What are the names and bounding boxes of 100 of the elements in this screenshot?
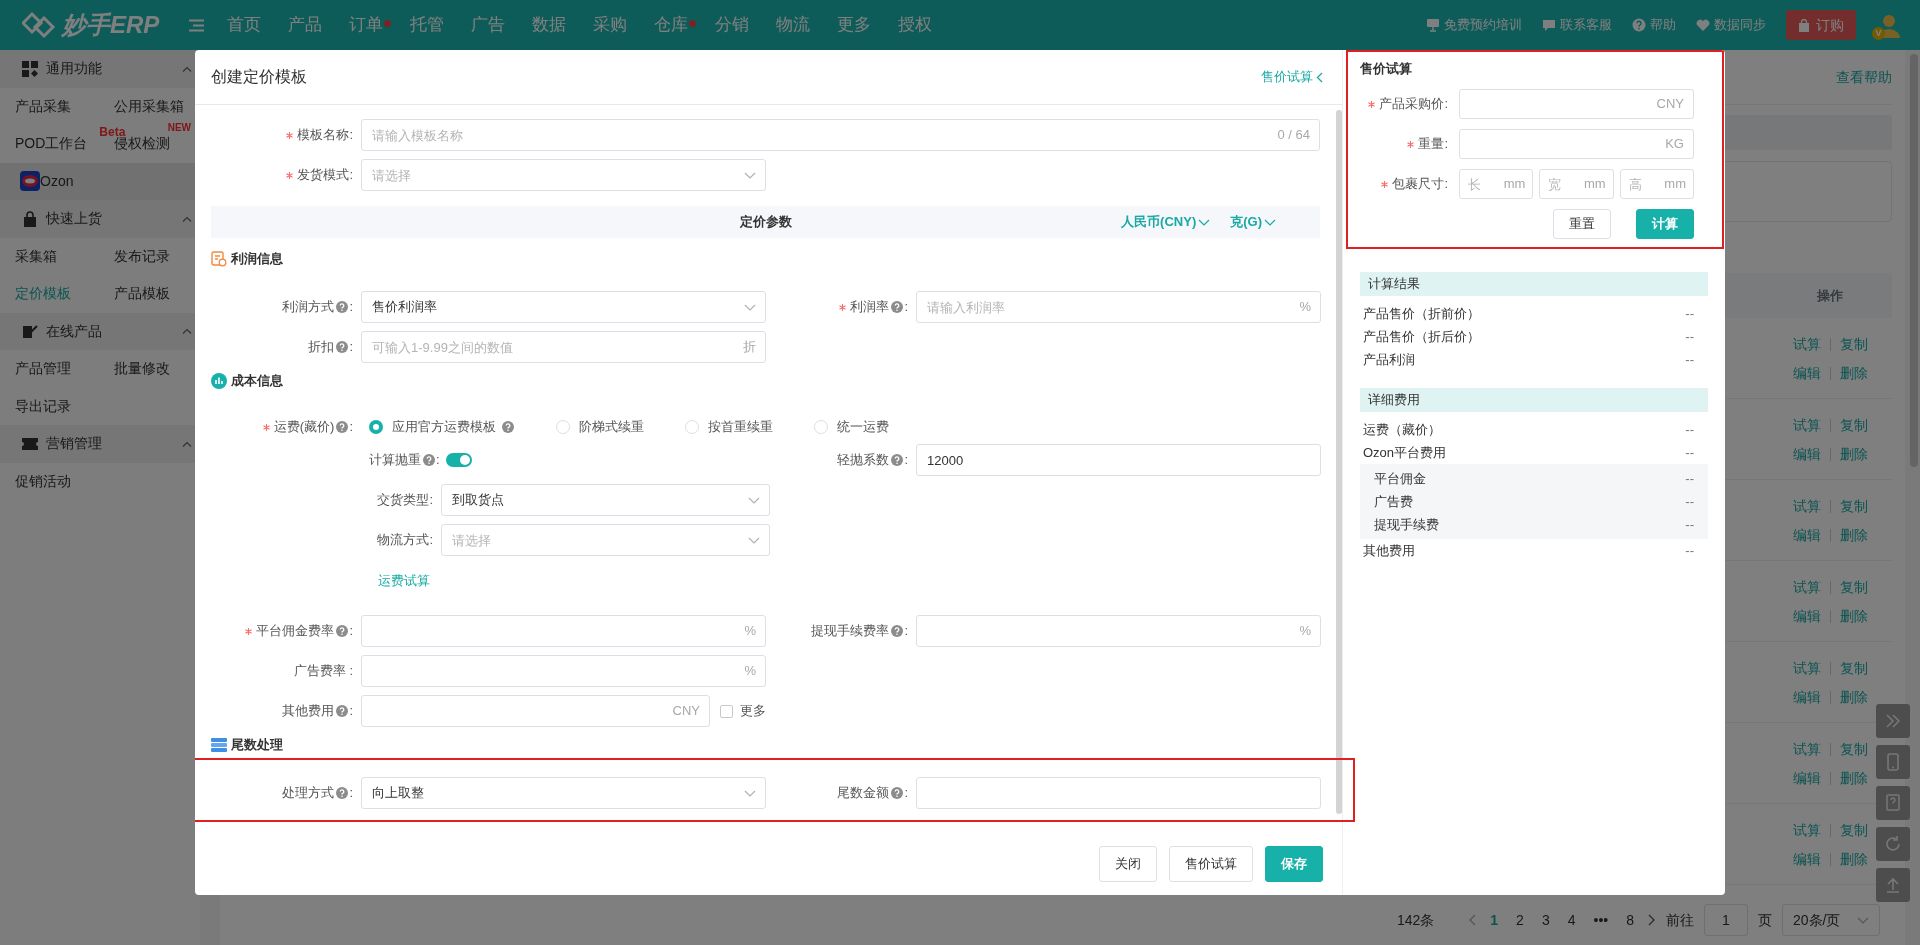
panel-button[interactable]: 计算 xyxy=(1636,209,1694,239)
sidebar-item[interactable]: 定价模板 xyxy=(15,283,71,305)
action-link[interactable]: 编辑 xyxy=(1792,606,1821,626)
help-link[interactable]: 查看帮助 xyxy=(1836,66,1892,88)
logo-text[interactable]: 妙手ERP xyxy=(62,7,160,43)
input-field[interactable] xyxy=(361,655,766,687)
checkbox[interactable]: 更多 xyxy=(720,701,766,721)
nav-item[interactable]: 仓库 xyxy=(654,12,689,38)
input-field[interactable] xyxy=(361,615,766,647)
action-link[interactable]: 编辑 xyxy=(1792,525,1821,545)
sidebar-item[interactable]: 促销活动 xyxy=(15,470,71,492)
action-link[interactable]: 试算 xyxy=(1792,415,1821,435)
action-link[interactable]: 编辑 xyxy=(1792,363,1821,383)
chevron-down-icon[interactable] xyxy=(748,496,760,504)
calculator-toggle-link[interactable]: 售价试算 xyxy=(1261,67,1323,87)
action-link[interactable]: 试算 xyxy=(1792,739,1821,759)
action-link[interactable]: 删除 xyxy=(1839,525,1868,545)
action-link[interactable]: 删除 xyxy=(1839,687,1868,707)
shipping-calc-link[interactable]: 运费试算 xyxy=(378,571,430,591)
action-link[interactable]: 编辑 xyxy=(1792,768,1821,788)
platform-name[interactable]: Ozon xyxy=(40,170,74,192)
input-field[interactable] xyxy=(916,615,1321,647)
action-link[interactable]: 删除 xyxy=(1839,606,1868,626)
group-title[interactable]: 快速上货 xyxy=(46,208,102,230)
order-button[interactable]: 订购 xyxy=(1786,10,1856,40)
chevron-down-icon[interactable] xyxy=(744,789,756,797)
chevron-down-icon[interactable] xyxy=(744,303,756,311)
action-link[interactable]: 编辑 xyxy=(1792,444,1821,464)
back-to-top-button[interactable] xyxy=(1876,868,1910,902)
chevron-up-icon[interactable] xyxy=(182,328,192,335)
chevron-up-icon[interactable] xyxy=(182,215,192,222)
sidebar-item[interactable]: 产品管理 xyxy=(15,358,71,380)
action-link[interactable]: 删除 xyxy=(1839,444,1868,464)
input-field[interactable] xyxy=(916,777,1321,809)
nav-link[interactable]: 免费预约培训 xyxy=(1444,15,1522,35)
sidebar-item[interactable]: 产品模板 xyxy=(114,283,170,305)
nav-item[interactable]: 授权 xyxy=(898,12,933,38)
input-field[interactable]: 12000 xyxy=(916,444,1321,476)
select-field[interactable]: 到取货点 xyxy=(441,484,770,516)
radio-option[interactable]: 统一运费 xyxy=(814,417,889,437)
page-number[interactable]: 3 xyxy=(1537,909,1554,931)
action-link[interactable]: 试算 xyxy=(1792,577,1821,597)
sidebar-item[interactable]: 批量修改 xyxy=(114,358,170,380)
nav-item[interactable]: 分销 xyxy=(715,12,750,38)
nav-item[interactable]: 数据 xyxy=(532,12,567,38)
action-link[interactable]: 删除 xyxy=(1839,768,1868,788)
chevron-up-icon[interactable] xyxy=(182,440,192,447)
nav-item[interactable]: 托管 xyxy=(410,12,445,38)
chevron-down-icon[interactable] xyxy=(1198,218,1211,226)
prev-page-icon[interactable] xyxy=(1468,914,1477,926)
action-link[interactable]: 试算 xyxy=(1792,334,1821,354)
action-link[interactable]: 复制 xyxy=(1839,820,1868,840)
mobile-button[interactable] xyxy=(1876,745,1910,779)
chevron-down-icon[interactable] xyxy=(748,536,760,544)
select-field[interactable]: 向上取整 xyxy=(361,777,766,809)
page-number[interactable]: 8 xyxy=(1622,909,1638,931)
input-field[interactable] xyxy=(1459,89,1694,119)
chevron-down-icon[interactable] xyxy=(1857,916,1869,924)
sidebar-item[interactable]: 公用采集箱 xyxy=(114,95,184,117)
action-link[interactable]: 试算 xyxy=(1792,496,1821,516)
nav-item[interactable]: 采购 xyxy=(593,12,628,38)
sidebar-item[interactable]: 产品采集 xyxy=(15,95,71,117)
page-input[interactable]: 1 xyxy=(1704,904,1748,936)
dialog-button[interactable]: 售价试算 xyxy=(1169,846,1253,882)
action-link[interactable]: 试算 xyxy=(1792,658,1821,678)
page-number[interactable]: ••• xyxy=(1589,909,1613,931)
page-size-select[interactable]: 20条/页 xyxy=(1782,904,1880,936)
select-field[interactable]: 售价利润率 xyxy=(361,291,766,323)
action-link[interactable]: 复制 xyxy=(1839,577,1868,597)
action-link[interactable]: 复制 xyxy=(1839,334,1868,354)
sidebar-item[interactable]: 采集箱 xyxy=(15,245,57,267)
action-link[interactable]: 删除 xyxy=(1839,363,1868,383)
next-page-icon[interactable] xyxy=(1648,914,1656,926)
select-field[interactable]: 请选择 xyxy=(441,524,770,556)
radio-option[interactable]: 按首重续重 xyxy=(685,417,773,437)
action-link[interactable]: 复制 xyxy=(1839,415,1868,435)
chevron-down-icon[interactable] xyxy=(744,171,756,179)
radio-option[interactable]: 应用官方运费模板 xyxy=(369,417,515,437)
action-link[interactable]: 删除 xyxy=(1839,849,1868,869)
toggle-switch[interactable] xyxy=(445,453,472,467)
unit-dropdown[interactable]: 克(G) xyxy=(1230,212,1276,232)
chevron-up-icon[interactable] xyxy=(182,65,192,72)
unit-dropdown[interactable]: 人民币(CNY) xyxy=(1121,212,1211,232)
nav-link[interactable]: 帮助 xyxy=(1650,15,1676,35)
chevron-down-icon[interactable] xyxy=(1264,218,1276,226)
nav-link[interactable]: 数据同步 xyxy=(1714,15,1766,35)
action-link[interactable]: 编辑 xyxy=(1792,687,1821,707)
group-title[interactable]: 通用功能 xyxy=(46,58,102,80)
page-number[interactable]: 2 xyxy=(1512,909,1528,931)
refresh-button[interactable] xyxy=(1876,827,1910,861)
action-link[interactable]: 复制 xyxy=(1839,496,1868,516)
action-link[interactable]: 复制 xyxy=(1839,658,1868,678)
menu-icon[interactable] xyxy=(189,18,205,32)
select-field[interactable]: 请选择 xyxy=(361,159,766,191)
page-number[interactable]: 4 xyxy=(1563,909,1580,931)
help-button[interactable] xyxy=(1876,786,1910,820)
input-field[interactable] xyxy=(1459,129,1694,159)
sidebar-item[interactable]: 发布记录 xyxy=(114,245,170,267)
action-link[interactable]: 复制 xyxy=(1839,739,1868,759)
group-title[interactable]: 营销管理 xyxy=(46,433,102,455)
